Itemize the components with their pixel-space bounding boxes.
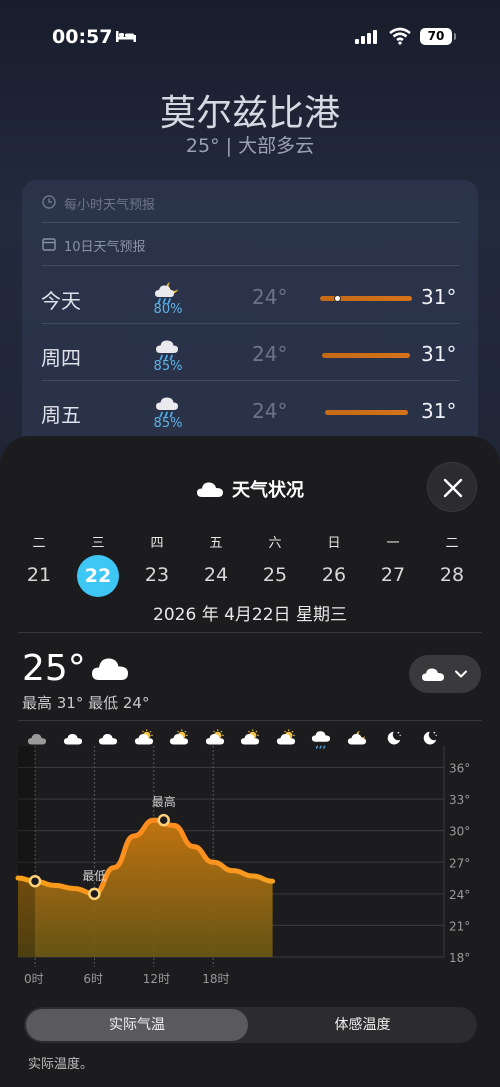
- x-tick-label: 0时: [24, 972, 44, 986]
- clock-icon: [42, 195, 56, 209]
- forecast-row-thu[interactable]: 周四 85% 24° 31°: [0, 336, 500, 392]
- weekday-label: 二: [445, 536, 459, 551]
- weekday-label: 一: [386, 536, 400, 551]
- day-name: 周四: [41, 346, 81, 370]
- clock: 00:57: [52, 26, 113, 48]
- divider: [42, 380, 460, 381]
- divider: [42, 323, 460, 324]
- marker-label: 最高: [152, 794, 176, 809]
- precip-chance: 80%: [153, 302, 183, 317]
- y-tick-label: 18°: [449, 951, 470, 965]
- divider: [42, 222, 460, 223]
- x-tick-label: 18时: [202, 972, 229, 986]
- temp-range-bar: [320, 295, 412, 302]
- current-temp: 25°: [22, 648, 86, 689]
- selected-date: 2026 年 4月22日 星期三: [153, 605, 347, 625]
- calendar-icon: [42, 238, 56, 251]
- actual-temp-tab[interactable]: 实际气温: [26, 1009, 248, 1041]
- hourly-forecast-label: 每小时天气预报: [64, 198, 156, 213]
- weekday-label: 四: [150, 536, 164, 551]
- temperature-chart[interactable]: 36° 33° 30° 27° 24° 21° 18° 0时 6时 12时 18时 最低 最高: [0, 720, 500, 1000]
- y-tick-label: 36°: [449, 762, 470, 776]
- chevron-down-icon: [455, 670, 467, 678]
- chart-description: 实际温度。: [28, 1057, 94, 1072]
- date-selected[interactable]: 22: [77, 555, 119, 597]
- current-temp-marker: [334, 295, 341, 302]
- high-temp: 31°: [421, 399, 457, 423]
- close-icon: [443, 478, 463, 498]
- weekday-label: 六: [268, 536, 282, 551]
- date-option[interactable]: 26: [312, 564, 356, 586]
- current-summary: 25° | 大部多云: [185, 135, 315, 157]
- high-low-summary: 最高 31° 最低 24°: [22, 694, 150, 712]
- temperature-marker: [28, 874, 42, 888]
- day-name: 周五: [41, 403, 81, 427]
- x-tick-label: 12时: [143, 972, 170, 986]
- date-option[interactable]: 24: [194, 564, 238, 586]
- y-tick-label: 30°: [449, 825, 470, 839]
- tenday-forecast-label: 10日天气预报: [64, 240, 146, 255]
- weekday-label: 日: [327, 536, 341, 551]
- forecast-row-today[interactable]: 今天 80% 24° 31°: [0, 279, 500, 335]
- past-shade: [18, 746, 35, 957]
- date-option[interactable]: 21: [17, 564, 61, 586]
- marker-label: 最低: [82, 869, 106, 883]
- x-tick-label: 6时: [83, 972, 103, 986]
- low-temp: 24°: [252, 342, 288, 366]
- y-tick-label: 27°: [449, 856, 470, 870]
- feels-like-tab[interactable]: 体感温度: [250, 1007, 475, 1043]
- precip-chance: 85%: [153, 416, 183, 431]
- date-option[interactable]: 23: [135, 564, 179, 586]
- temp-range-bar: [322, 353, 410, 358]
- bed-icon: [116, 31, 136, 42]
- date-option[interactable]: 27: [371, 564, 415, 586]
- temperature-marker: [157, 813, 170, 827]
- conditions-dropdown[interactable]: [409, 655, 481, 693]
- date-option[interactable]: 28: [430, 564, 474, 586]
- high-temp: 31°: [421, 285, 457, 309]
- y-tick-label: 33°: [449, 793, 470, 807]
- low-temp: 24°: [252, 399, 288, 423]
- weekday-label: 三: [91, 536, 105, 551]
- divider: [42, 265, 460, 266]
- city-name: 莫尔兹比港: [159, 93, 340, 134]
- cellular-signal-icon: [355, 30, 377, 44]
- conditions-sheet: 天气状况 二 三 四 五 六 日 一 二 21 22 23 24 25 26 27 28 2026 年 4月…: [0, 436, 500, 1087]
- cloud-icon: [92, 658, 128, 680]
- weekday-label: 二: [32, 536, 46, 551]
- divider: [18, 632, 482, 633]
- cloud-icon: [197, 482, 223, 497]
- low-temp: 24°: [252, 285, 288, 309]
- y-tick-label: 24°: [449, 888, 470, 902]
- sheet-title: 天气状况: [0, 476, 500, 502]
- weekday-label: 五: [209, 536, 223, 551]
- temp-range-bar: [325, 410, 408, 415]
- sheet-title-label: 天气状况: [232, 480, 304, 501]
- date-option[interactable]: 25: [253, 564, 297, 586]
- temperature-area: [18, 820, 273, 957]
- day-name: 今天: [41, 289, 81, 313]
- y-tick-label: 21°: [449, 919, 470, 933]
- precip-chance: 85%: [153, 359, 183, 374]
- high-temp: 31°: [421, 342, 457, 366]
- cloud-icon: [422, 668, 444, 681]
- battery-indicator: 70: [420, 28, 456, 45]
- wifi-icon: [389, 27, 411, 45]
- temperature-marker: [88, 887, 101, 901]
- temperature-mode-toggle[interactable]: 实际气温 体感温度: [24, 1007, 477, 1043]
- status-bar: 00:57 70: [0, 24, 500, 54]
- close-button[interactable]: [427, 462, 477, 512]
